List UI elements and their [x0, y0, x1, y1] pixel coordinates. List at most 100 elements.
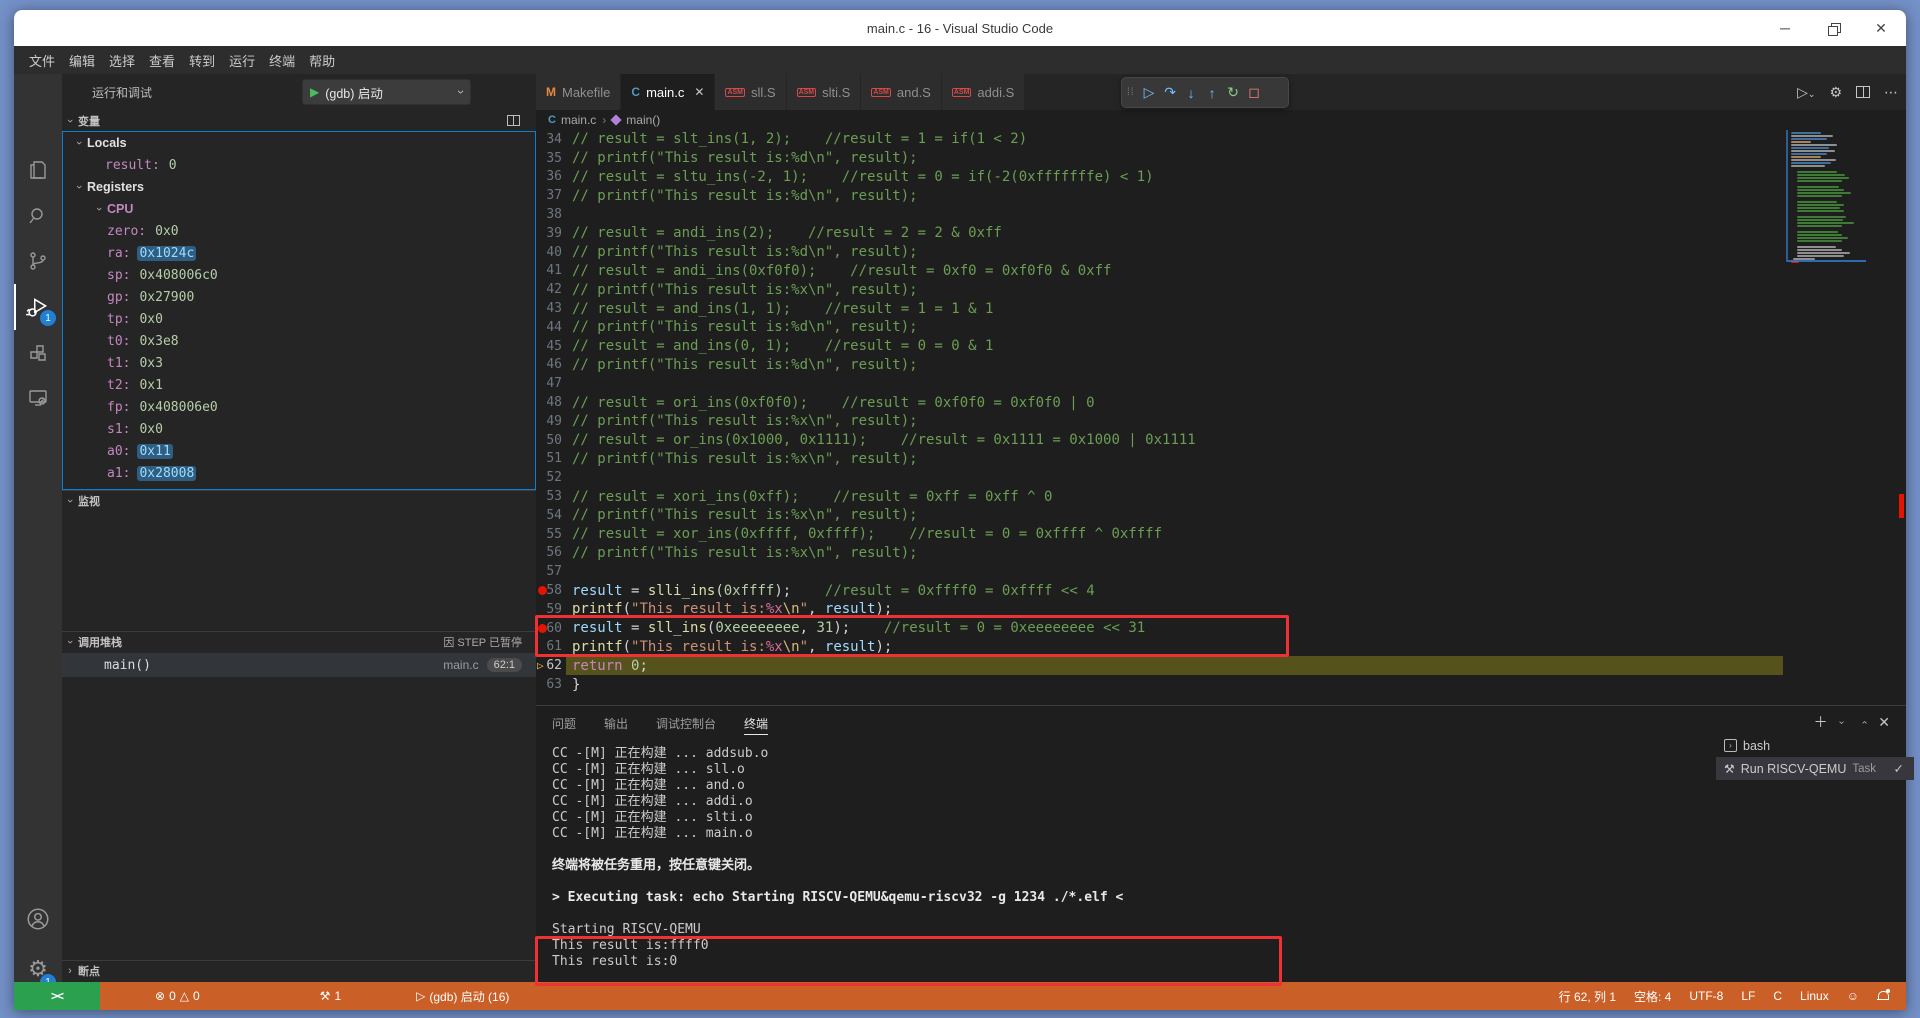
close-icon[interactable]: ✕: [1870, 17, 1892, 39]
register-row-sp[interactable]: sp:0x408006c0: [63, 264, 535, 286]
eol-setting[interactable]: LF: [1741, 989, 1755, 1003]
gutter[interactable]: 44: [536, 320, 566, 335]
callstack-frame-row[interactable]: main() main.c 62:1: [62, 653, 536, 677]
code-line-38[interactable]: 38: [536, 205, 1906, 224]
code-line-48[interactable]: 48 // result = ori_ins(0xf0f0); //result…: [536, 393, 1906, 412]
restore-icon[interactable]: [1822, 17, 1844, 39]
close-panel-icon[interactable]: ✕: [1878, 714, 1890, 731]
watch-section-header[interactable]: › 监视: [62, 490, 536, 511]
code-line-49[interactable]: 49 // printf("This result is:%x\n", resu…: [536, 412, 1906, 431]
gutter[interactable]: 35: [536, 151, 566, 166]
code-line-36[interactable]: 36 // result = sltu_ins(-2, 1); //result…: [536, 168, 1906, 187]
menu-item-选择[interactable]: 选择: [102, 48, 142, 73]
code-line-47[interactable]: 47: [536, 374, 1906, 393]
account-icon[interactable]: [14, 896, 62, 942]
panel-tab-输出[interactable]: 输出: [604, 706, 628, 741]
gutter[interactable]: 40: [536, 245, 566, 260]
code-line-43[interactable]: 43 // result = and_ins(1, 1); //result =…: [536, 299, 1906, 318]
menu-item-终端[interactable]: 终端: [262, 48, 302, 73]
gutter[interactable]: 46: [536, 357, 566, 372]
code-line-60[interactable]: 60 result = sll_ins(0xeeeeeeee, 31); //r…: [536, 619, 1906, 638]
maximize-panel-icon[interactable]: ›: [1863, 717, 1866, 728]
menu-item-编辑[interactable]: 编辑: [62, 48, 102, 73]
variables-section-header[interactable]: › 变量: [62, 110, 536, 131]
gutter[interactable]: 50: [536, 433, 566, 448]
panel-tab-问题[interactable]: 问题: [552, 706, 576, 741]
breadcrumb[interactable]: C main.c › main(): [536, 110, 1906, 130]
gutter[interactable]: 45: [536, 339, 566, 354]
register-row-t1[interactable]: t1:0x3: [63, 352, 535, 374]
tab-addi.S[interactable]: ASMaddi.S: [942, 74, 1025, 110]
menu-item-文件[interactable]: 文件: [22, 48, 62, 73]
gutter[interactable]: 53: [536, 489, 566, 504]
terminal-output[interactable]: CC -[M] 正在构建 ... addsub.oCC -[M] 正在构建 ..…: [552, 746, 1692, 970]
language-mode[interactable]: C: [1773, 989, 1782, 1003]
restart-icon[interactable]: ↻: [1223, 84, 1244, 101]
gutter[interactable]: 42: [536, 282, 566, 297]
gutter[interactable]: 60: [536, 621, 566, 636]
stop-icon[interactable]: ◻: [1244, 84, 1265, 101]
gutter[interactable]: 39: [536, 226, 566, 241]
problems-status[interactable]: ⊗ 0 △ 0: [155, 989, 200, 1003]
code-line-61[interactable]: 61 printf("This result is:%x\n", result)…: [536, 638, 1906, 657]
gutter[interactable]: ▷62: [536, 658, 566, 673]
register-row-fp[interactable]: fp:0x408006e0: [63, 396, 535, 418]
terminal-instance-bash[interactable]: › bash: [1716, 734, 1914, 757]
start-debug-icon[interactable]: ▶: [310, 85, 319, 99]
code-line-53[interactable]: 53 // result = xori_ins(0xff); //result …: [536, 487, 1906, 506]
register-row-s1[interactable]: s1:0x0: [63, 418, 535, 440]
tab-sll.S[interactable]: ASMsll.S: [715, 74, 786, 110]
code-line-37[interactable]: 37 // printf("This result is:%d\n", resu…: [536, 186, 1906, 205]
code-line-46[interactable]: 46 // printf("This result is:%d\n", resu…: [536, 356, 1906, 375]
run-debug-icon[interactable]: 1: [14, 284, 62, 330]
encoding[interactable]: UTF-8: [1689, 989, 1723, 1003]
source-control-icon[interactable]: [14, 238, 62, 284]
gutter[interactable]: 59: [536, 602, 566, 617]
tab-and.S[interactable]: ASMand.S: [861, 74, 942, 110]
gutter[interactable]: 58: [536, 583, 566, 598]
editor-more-icon[interactable]: ⋯: [1884, 84, 1898, 101]
remote-indicator[interactable]: ><: [14, 982, 100, 1010]
register-row-zero[interactable]: zero:0x0: [63, 220, 535, 242]
os-indicator[interactable]: Linux: [1800, 989, 1829, 1003]
gutter[interactable]: 52: [536, 470, 566, 485]
code-line-41[interactable]: 41 // result = andi_ins(0xf0f0); //resul…: [536, 262, 1906, 281]
code-line-52[interactable]: 52: [536, 468, 1906, 487]
code-line-50[interactable]: 50 // result = or_ins(0x1000, 0x1111); /…: [536, 431, 1906, 450]
minimize-icon[interactable]: ─: [1774, 17, 1796, 39]
panel-tab-终端[interactable]: 终端: [744, 706, 768, 741]
continue-icon[interactable]: ▷: [1139, 84, 1160, 101]
register-row-t2[interactable]: t2:0x1: [63, 374, 535, 396]
gutter[interactable]: 47: [536, 376, 566, 391]
debug-session-status[interactable]: ▷ (gdb) 启动 (16): [416, 988, 509, 1005]
code-line-63[interactable]: 63 }: [536, 675, 1906, 694]
menu-item-运行[interactable]: 运行: [222, 48, 262, 73]
gutter[interactable]: 61: [536, 639, 566, 654]
register-row-gp[interactable]: gp:0x27900: [63, 286, 535, 308]
registers-group[interactable]: › Registers: [63, 176, 535, 198]
extensions-icon[interactable]: [14, 330, 62, 376]
remote-explorer-icon[interactable]: [14, 375, 62, 421]
code-line-35[interactable]: 35 // printf("This result is:%d\n", resu…: [536, 149, 1906, 168]
register-row-a1[interactable]: a1:0x28008: [63, 462, 535, 484]
tab-Makefile[interactable]: MMakefile: [536, 74, 621, 110]
gutter[interactable]: 37: [536, 188, 566, 203]
variables-panel[interactable]: › Locals result: 0 › Registers › CPU zer…: [62, 131, 536, 490]
minimap[interactable]: [1786, 130, 1866, 262]
split-panes-icon[interactable]: [507, 115, 520, 126]
code-line-45[interactable]: 45 // result = and_ins(0, 1); //result =…: [536, 337, 1906, 356]
register-row-a0[interactable]: a0:0x11: [63, 440, 535, 462]
toolbar-grip-icon[interactable]: ⁞⁞: [1127, 87, 1135, 98]
register-row-tp[interactable]: tp:0x0: [63, 308, 535, 330]
code-line-44[interactable]: 44 // printf("This result is:%d\n", resu…: [536, 318, 1906, 337]
breakpoints-section-header[interactable]: › 断点: [62, 960, 536, 981]
code-line-34[interactable]: 34 // result = slt_ins(1, 2); //result =…: [536, 130, 1906, 149]
callstack-section-header[interactable]: › 调用堆栈 因 STEP 已暂停: [62, 631, 536, 652]
breakpoint-icon[interactable]: [538, 624, 547, 633]
register-row-t0[interactable]: t0:0x3e8: [63, 330, 535, 352]
run-or-debug-icon[interactable]: ▷⌄: [1797, 84, 1815, 101]
code-line-51[interactable]: 51 // printf("This result is:%x\n", resu…: [536, 450, 1906, 469]
tasks-status[interactable]: ⚒ 1: [320, 989, 341, 1003]
step-into-icon[interactable]: ↓: [1181, 85, 1202, 101]
gutter[interactable]: 49: [536, 414, 566, 429]
